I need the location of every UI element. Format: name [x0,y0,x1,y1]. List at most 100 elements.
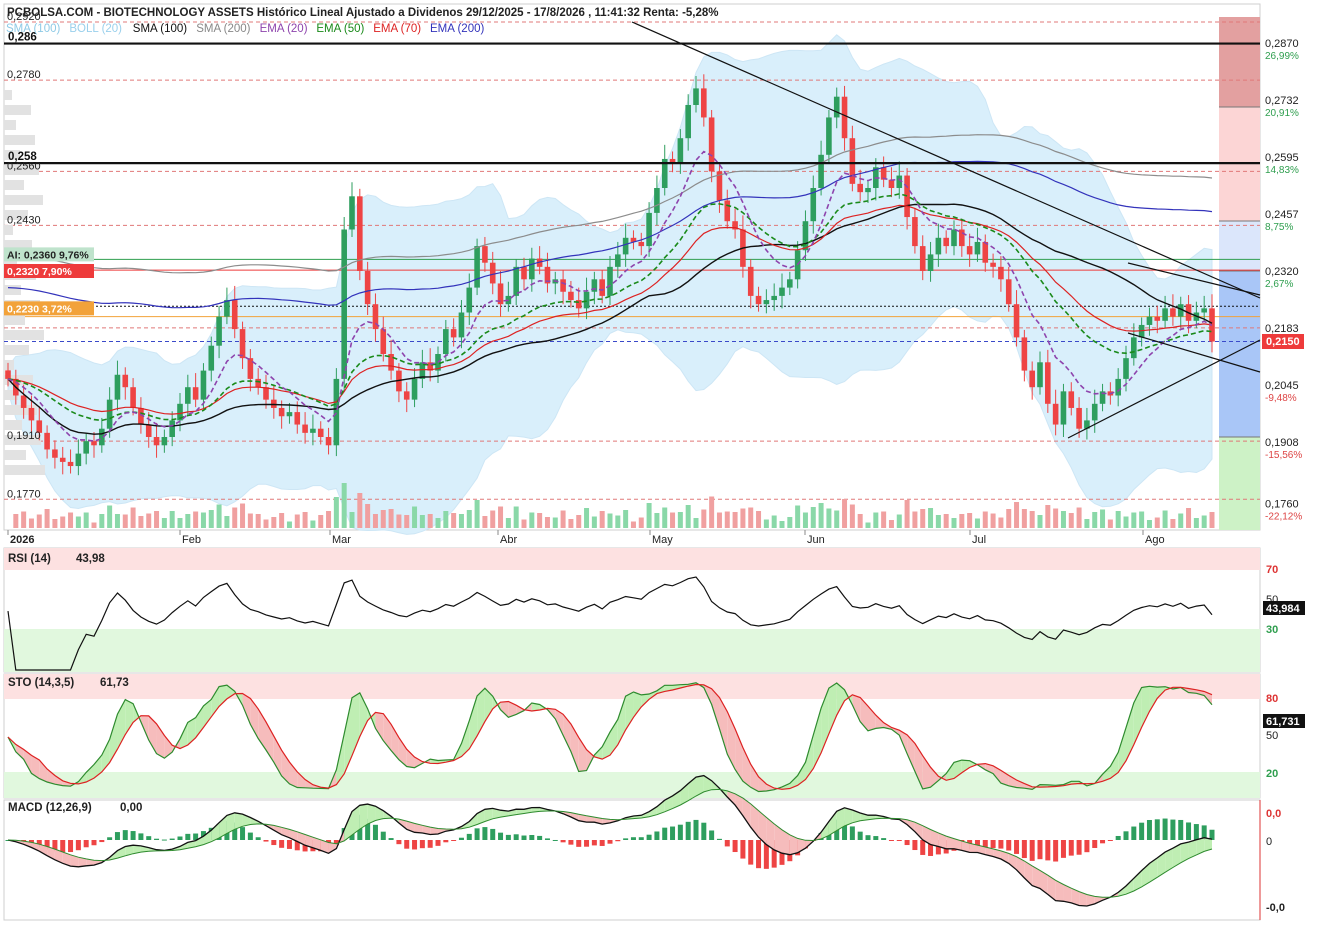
candle-body [255,378,261,388]
volume-bar [771,515,777,528]
candle-body [974,241,981,255]
macd-histogram-bar [693,819,699,840]
volume-bar [677,512,683,528]
volume-bar [982,511,988,528]
volume-bar [372,514,378,528]
candle-body [966,246,973,255]
candle-body [239,329,246,359]
volume-bar [474,500,480,528]
candle-body [1005,279,1012,305]
candle-body [919,246,926,271]
candle-body [857,183,863,193]
volume-bar [599,511,605,528]
candle-body [75,453,82,467]
volume-bar [787,517,793,528]
macd-histogram-bar [482,827,488,840]
candle-body [865,188,871,193]
macd-histogram-bar [1076,840,1082,855]
candle-body [169,420,175,437]
candle-body [1154,316,1161,321]
candle-body [380,329,387,354]
macd-histogram-bar [529,834,535,840]
candle-body [943,237,949,247]
candle-body [67,461,74,467]
candle-body [130,387,136,408]
volume-bar [638,517,644,528]
volume-bar [28,518,34,528]
volume-bar [693,518,699,528]
volume-bar [193,511,199,528]
macd-histogram-bar [263,840,269,842]
volume-bar [724,511,730,528]
volume-profile-bar [4,345,29,355]
candle-body [802,221,809,251]
volume-bar [498,506,504,528]
pct-label: 2,67% [1265,279,1293,290]
volume-bar [802,512,808,528]
volume-profile-bar [4,360,14,370]
macd-histogram-bar [630,837,636,840]
volume-bar [615,515,621,528]
macd-histogram-bar [130,831,136,840]
candle-body [1162,308,1168,321]
candle-body [145,424,152,437]
macd-histogram-bar [1045,840,1051,861]
candle-body [91,441,97,446]
volume-bar [146,513,152,528]
volume-bar [1006,509,1012,528]
candle-body [5,370,11,379]
volume-bar [13,514,19,528]
candle-body [59,457,66,462]
volume-bar [44,509,50,528]
volume-bar [1193,518,1199,528]
volume-bar [1053,508,1059,528]
candle-body [787,279,793,288]
volume-bar [1045,505,1051,528]
volume-bar [740,508,746,528]
volume-bar [842,499,848,528]
macd-histogram-bar [998,840,1004,849]
volume-bar [630,521,636,528]
candle-body [482,246,488,263]
macd-histogram-bar [1186,822,1192,840]
chart-title: PCBOLSA.COM - BIOTECHNOLOGY ASSETS Histó… [7,7,719,19]
volume-bar [552,517,558,528]
candle-body [1123,358,1129,379]
month-label: Feb [182,534,201,546]
volume-bar [365,504,371,528]
volume-bar [701,509,707,528]
volume-bar [255,514,261,528]
volume-bar [1201,515,1207,528]
macd-histogram-bar [435,840,441,846]
candle-body [677,138,684,164]
month-label: Jul [972,534,986,546]
volume-bar [810,507,816,528]
legend-entry: SMA (200) [196,23,250,35]
volume-bar [1084,519,1090,528]
volume-bar [857,514,863,528]
right-price-label: 0,1760 [1265,498,1299,510]
pct-label: -22,12% [1265,511,1302,522]
macd-histogram-bar [537,835,543,840]
candle-body [646,212,652,247]
candle-body [1068,391,1075,408]
candle-body [607,266,613,296]
price-tag-label: 0,2230 3,72% [7,303,72,315]
volume-bar [888,520,894,528]
volume-bar [584,508,590,528]
volume-bar [928,508,934,528]
price-tag-label: 0,2320 7,90% [7,266,72,278]
pct-label: -15,56% [1265,450,1302,461]
rsi-title: RSI (14) [8,553,51,565]
candle-body [208,345,215,371]
macd-histogram-bar [873,836,879,840]
volume-profile-bar [4,285,21,295]
volume-bar [443,511,449,528]
volume-bar [670,512,676,528]
volume-bar [326,511,332,528]
macd-histogram-bar [685,821,691,840]
zone-green [1219,437,1260,530]
volume-bar [623,510,629,528]
macd-histogram-bar [1193,824,1199,840]
macd-histogram-bar [544,838,550,840]
